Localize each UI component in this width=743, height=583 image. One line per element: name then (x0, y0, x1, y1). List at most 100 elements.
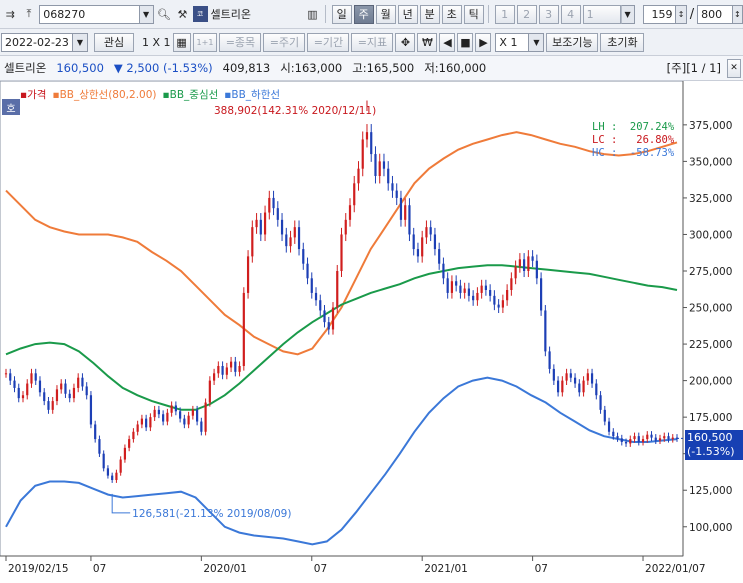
quote-stock-name: 셀트리온 (4, 61, 47, 75)
stock-code-input[interactable]: 068270 (39, 4, 140, 24)
candle-body (111, 475, 114, 480)
candle-body (561, 380, 564, 393)
candle-body (268, 197, 271, 213)
period-tab[interactable]: 월 (375, 4, 396, 24)
candle-body (212, 373, 216, 381)
aux-function-button[interactable]: 보조기능 (546, 32, 599, 52)
candle-body (433, 234, 437, 250)
stop-icon[interactable]: ■ (457, 32, 474, 52)
candle-body (132, 431, 135, 440)
divider (487, 5, 489, 23)
candle-body (310, 278, 313, 293)
x-tick-label: 07 (535, 563, 548, 575)
candle-body (225, 367, 228, 375)
candle-body (323, 310, 326, 323)
candle-body (119, 459, 122, 473)
candle-body (489, 290, 492, 296)
scroll-left-icon[interactable]: ◀ (439, 32, 456, 52)
lc-stat: LC : 26.80% (592, 134, 675, 146)
candle-body (612, 431, 615, 437)
close-icon[interactable]: ✕ (727, 58, 741, 78)
candle-body (38, 380, 42, 393)
y-tick-label: 300,000 (689, 229, 732, 241)
price-chart[interactable]: 375,000 350,000 325,000 300,000 275,000 250,0… (0, 81, 743, 583)
candle-body (238, 366, 241, 372)
candle-body (289, 237, 292, 247)
multiplier-select[interactable]: X 1 (495, 32, 530, 52)
hoga-badge[interactable]: 호 (2, 99, 20, 115)
candle-body (646, 434, 649, 440)
candle-body (34, 373, 37, 381)
pin-icon[interactable]: ⤒ (21, 5, 38, 23)
candle-body (128, 439, 131, 448)
candle-body (353, 183, 356, 206)
crosshair-icon[interactable]: ✥ (395, 32, 416, 52)
candle-body (60, 383, 63, 390)
calendar-dropdown-icon[interactable]: ▼ (73, 32, 88, 52)
date-input[interactable]: 2022-02-23 (1, 32, 73, 52)
period-tab[interactable]: 년 (397, 4, 418, 24)
won-button[interactable]: ₩ (417, 32, 438, 52)
period-sync-button[interactable]: =기간 (307, 32, 350, 52)
cycle-sync-button[interactable]: =주기 (263, 32, 306, 52)
y-tick-label: 200,000 (689, 376, 732, 388)
number-tab[interactable]: 4 (560, 4, 581, 24)
search-icon[interactable]: 🔍︎ (156, 5, 173, 23)
total-count-input[interactable]: 800 (697, 4, 733, 24)
candle-body (361, 139, 364, 169)
page-info: [주][1 / 1] (666, 61, 721, 75)
candle-body (183, 418, 186, 425)
plus-one-button[interactable]: 1+1 (192, 32, 218, 52)
item-sync-button[interactable]: =종목 (219, 32, 262, 52)
indicator-sync-button[interactable]: =지표 (351, 32, 394, 52)
expand-icon[interactable]: ▥ (304, 5, 321, 23)
layout-label[interactable]: 1 X 1 (142, 36, 171, 49)
candle-body (191, 409, 194, 416)
number-tab[interactable]: 1 (494, 4, 515, 24)
spinner-icon[interactable]: ↕ (676, 4, 687, 24)
candle-body (569, 373, 572, 378)
candle-body (450, 281, 454, 293)
candle-body (387, 168, 390, 184)
period-tab[interactable]: 분 (419, 4, 440, 24)
current-price-tag: 160,500 (-1.53%) (685, 430, 743, 461)
candle-body (229, 361, 233, 368)
period-tab[interactable]: 일 (331, 4, 352, 24)
candle-body (531, 256, 534, 261)
chevron-down-icon[interactable]: ▼ (139, 4, 154, 24)
candle-body (123, 447, 127, 460)
candle-body (234, 361, 237, 372)
number-tab[interactable]: 2 (516, 4, 537, 24)
scroll-right-icon[interactable]: ▶ (475, 32, 492, 52)
market-icon[interactable]: 코 (192, 6, 208, 22)
period-tab[interactable]: 주 (353, 4, 374, 24)
candle-body (391, 183, 394, 191)
settings-wrench-icon[interactable]: ⚒ (174, 5, 191, 23)
candle-body (518, 259, 521, 267)
interest-button[interactable]: 관심 (94, 32, 134, 52)
period-tab[interactable]: 초 (441, 4, 462, 24)
quote-high: 고:165,500 (352, 61, 415, 75)
candle-body (263, 212, 267, 235)
period-tab[interactable]: 틱 (463, 4, 484, 24)
grid-icon[interactable]: ▦ (172, 32, 191, 52)
x-tick-label: 2020/01 (203, 563, 247, 575)
candle-body (497, 304, 500, 308)
candle-body (204, 402, 207, 432)
number-tab[interactable]: 1 (582, 4, 621, 24)
candle-body (671, 437, 674, 440)
quote-bar: 셀트리온 160,500 ▼ 2,500 (-1.53%) 409,813 시:… (0, 56, 743, 81)
candle-body (153, 409, 156, 418)
chevron-down-icon[interactable]: ▼ (620, 4, 635, 24)
link-icon[interactable]: ⇉ (2, 5, 19, 23)
candle-body (255, 219, 258, 228)
reset-button[interactable]: 초기화 (600, 32, 645, 52)
number-tab[interactable]: 3 (538, 4, 559, 24)
candle-body (21, 395, 25, 399)
candle-body (459, 285, 462, 293)
chevron-down-icon[interactable]: ▼ (529, 32, 545, 52)
candle-body (552, 368, 555, 381)
candle-body (573, 377, 577, 384)
count-input[interactable]: 159 (642, 4, 677, 24)
spinner-icon[interactable]: ↕ (732, 4, 743, 24)
